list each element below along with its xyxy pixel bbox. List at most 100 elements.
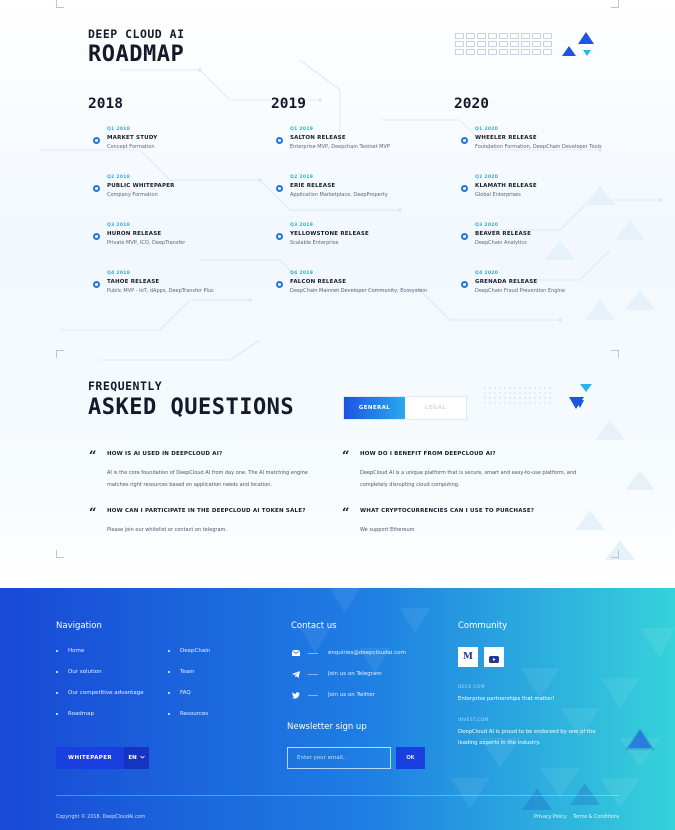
- faq-answer-line: Please join our whitelist or contact on …: [107, 527, 227, 533]
- faq-question: HOW DO I BENEFIT FROM DEEPCLOUD AI?: [360, 451, 496, 457]
- milestone-title: SALTON RELEASE: [290, 135, 346, 141]
- milestone-desc: Concept Formation: [107, 144, 155, 150]
- contact-twitter: Join us on Twitter: [328, 692, 375, 698]
- faq-item[interactable]: “ HOW DO I BENEFIT FROM DEEPCLOUD AI? De…: [342, 450, 610, 491]
- year-heading: 2019: [271, 96, 306, 112]
- faq-eyebrow: FREQUENTLY: [88, 379, 163, 393]
- youtube-icon: [489, 648, 499, 667]
- milestone-quarter: Q1 2018: [107, 127, 131, 132]
- milestone: Q1 2019 SALTON RELEASE Enterprise MVP, D…: [276, 127, 470, 150]
- faq-answer-line: We support Ethereum: [360, 527, 415, 533]
- milestone-desc: DeepChain Mainnet Developer Community, E…: [290, 288, 428, 294]
- nav-link-home[interactable]: Home: [56, 648, 85, 654]
- quote-icon: “: [342, 506, 350, 521]
- nav-link-team[interactable]: Team: [168, 669, 195, 675]
- milestone-dot-icon: [461, 185, 468, 192]
- nav-link-deepchain[interactable]: DeepChain: [168, 648, 211, 654]
- twitter-icon: [291, 691, 300, 700]
- mail-icon: [291, 649, 300, 658]
- milestone-title: KLAMATH RELEASE: [475, 183, 537, 189]
- bullet-icon: [168, 650, 170, 652]
- quote-icon: “: [342, 449, 350, 464]
- milestone-title: GRENADA RELEASE: [475, 279, 538, 285]
- privacy-policy-link[interactable]: Privacy Policy: [534, 815, 567, 820]
- milestone-desc: Company Formation: [107, 192, 158, 198]
- language-select[interactable]: EN: [124, 747, 149, 769]
- milestone-title: ERIE RELEASE: [290, 183, 336, 189]
- milestone-desc: DeepChain Fraud Prevention Engine: [475, 288, 566, 294]
- footer-community-heading: Community: [458, 621, 508, 631]
- faq-question: HOW IS AI USED IN DEEPCLOUD AI?: [107, 451, 223, 457]
- milestone-dot-icon: [93, 233, 100, 240]
- nav-link-competitive-advantage[interactable]: Our competitive advantage: [56, 690, 144, 696]
- faq-item[interactable]: “ HOW CAN I PARTICIPATE IN THE DEEPCLOUD…: [89, 507, 357, 536]
- nav-link-label: Home: [68, 648, 85, 654]
- milestone-dot-icon: [276, 233, 283, 240]
- year-heading: 2018: [88, 96, 123, 112]
- milestone-desc: Public MVP - IoT, dApps, DeepTransfer Pl…: [107, 288, 214, 294]
- contact-telegram: Join us on Telegram: [328, 671, 382, 677]
- faq-answer: AI is the core foundation of DeepCloud A…: [107, 467, 357, 491]
- nav-link-label: DeepChain: [180, 648, 211, 654]
- triangle-icon: [580, 384, 592, 392]
- language-value: EN: [128, 755, 137, 761]
- milestone: Q4 2018 TAHOE RELEASE Public MVP - IoT, …: [93, 271, 287, 294]
- separator: [308, 694, 318, 696]
- newsletter-submit-button[interactable]: OK: [396, 747, 425, 769]
- triangle-icon: [562, 46, 576, 56]
- faq-item[interactable]: “ HOW IS AI USED IN DEEPCLOUD AI? AI is …: [89, 450, 357, 491]
- contact-email-link[interactable]: enquiries@deepcloudai.com: [291, 648, 406, 658]
- whitepaper-button[interactable]: WHITEPAPER: [56, 747, 124, 769]
- newsletter-email-input[interactable]: [287, 747, 391, 769]
- news-headline[interactable]: Enterprise partnerships that matter!: [458, 694, 555, 705]
- terms-conditions-link[interactable]: Terms & Conditions: [573, 815, 619, 820]
- separator: [308, 652, 318, 654]
- milestone: Q3 2019 YELLOWSTONE RELEASE Scalable Ent…: [276, 223, 470, 246]
- milestone: Q4 2020 GRENADA RELEASE DeepChain Fraud …: [461, 271, 655, 294]
- contact-twitter-link[interactable]: Join us on Twitter: [291, 690, 375, 700]
- corner-bracket: [611, 550, 619, 558]
- medium-link[interactable]: M: [458, 647, 478, 667]
- bullet-icon: [168, 671, 170, 673]
- milestone-desc: DeepChain Analytics: [475, 240, 527, 246]
- milestone-title: BEAVER RELEASE: [475, 231, 532, 237]
- milestone-quarter: Q2 2018: [107, 175, 131, 180]
- bullet-icon: [56, 671, 58, 673]
- faq-item[interactable]: “ WHAT CRYPTOCURRENCIES CAN I USE TO PUR…: [342, 507, 610, 536]
- milestone-dot-icon: [276, 137, 283, 144]
- nav-link-label: Resources: [180, 711, 209, 717]
- tab-general[interactable]: GENERAL: [344, 397, 405, 419]
- tab-legal[interactable]: LEGAL: [405, 397, 466, 419]
- faq-answer-line: completely disrupting cloud computing.: [360, 482, 460, 488]
- corner-bracket: [611, 350, 619, 358]
- news-headline[interactable]: DeepCloud AI is proud to be endorsed by …: [458, 727, 596, 749]
- youtube-link[interactable]: [484, 647, 504, 667]
- faq-tabs: GENERAL LEGAL: [343, 396, 467, 420]
- milestone-dot-icon: [461, 233, 468, 240]
- nav-link-faq[interactable]: FAQ: [168, 690, 191, 696]
- nav-link-label: Team: [180, 669, 195, 675]
- grid-decoration: [455, 33, 552, 55]
- milestone: Q3 2018 HURON RELEASE Private MVP, ICO, …: [93, 223, 287, 246]
- milestone-quarter: Q3 2018: [107, 223, 131, 228]
- nav-link-our-solution[interactable]: Our solution: [56, 669, 102, 675]
- nav-link-resources[interactable]: Resources: [168, 711, 209, 717]
- faq-answer: DeepCloud AI is a unique platform that i…: [360, 467, 610, 491]
- milestone: Q1 2018 MARKET STUDY Concept Formation: [93, 127, 287, 150]
- bullet-icon: [168, 692, 170, 694]
- corner-bracket: [56, 550, 64, 558]
- milestone-quarter: Q2 2019: [290, 175, 314, 180]
- contact-telegram-link[interactable]: Join us on Telegram: [291, 669, 382, 679]
- year-heading: 2020: [454, 96, 489, 112]
- nav-link-roadmap[interactable]: Roadmap: [56, 711, 94, 717]
- footer-nav-heading: Navigation: [56, 621, 102, 631]
- faq-answer-line: matches right resources based on applica…: [107, 482, 273, 488]
- chevron-down-icon: [139, 755, 145, 761]
- milestone-desc: Private MVP, ICO, DeepTransfer: [107, 240, 186, 246]
- footer-divider: [56, 795, 619, 796]
- milestone: Q2 2018 PUBLIC WHITEPAPER Company Format…: [93, 175, 287, 198]
- milestone-quarter: Q3 2019: [290, 223, 314, 228]
- roadmap-title: ROADMAP: [88, 42, 185, 67]
- footer: Navigation Contact us Community Newslett…: [0, 588, 675, 830]
- milestone-title: HURON RELEASE: [107, 231, 162, 237]
